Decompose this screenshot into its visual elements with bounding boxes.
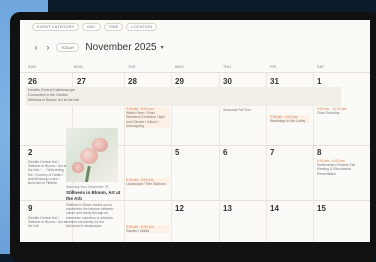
filter-event-category[interactable]: EVENT CATEGORY — [32, 23, 80, 31]
event-item[interactable]: 9:00 am - 4:00 pm Weekdays in the Lobby — [270, 115, 310, 124]
weekday-mon: MON — [74, 65, 83, 69]
event-item[interactable]: 9:00 am - 10:00 am Cider Saturday — [317, 107, 363, 115]
weekday-sun: SUN — [28, 65, 37, 69]
stem-shape — [84, 165, 91, 182]
next-month-icon[interactable]: › — [44, 43, 52, 52]
day-9[interactable]: 9 — [28, 204, 32, 213]
event-title: Garden / Walks — [126, 229, 150, 234]
day-26[interactable]: 26 — [28, 77, 37, 86]
day-8[interactable]: 8 — [317, 148, 321, 157]
event-title: Watch Stem / Rush Weekend Exhibition / l… — [126, 111, 165, 128]
event-card-image[interactable] — [66, 128, 118, 182]
event-card-date: Saturday Nov, November 29 — [66, 185, 109, 189]
day-12[interactable]: 12 — [175, 204, 184, 213]
day-30[interactable]: 30 — [223, 77, 232, 86]
all-day-event[interactable]: Stillness in Bloom: Art at the Arb — [28, 98, 79, 103]
weekday-sat: SAT — [317, 65, 325, 69]
day-5[interactable]: 5 — [175, 148, 179, 157]
flower-shape — [80, 148, 98, 164]
event-item[interactable]: Dewitts Central Kal / Stillness in Bloom… — [28, 216, 68, 229]
event-item[interactable]: Seasonal Fall Tour — [223, 108, 263, 112]
event-item[interactable]: 9:00 am - 4:00 pm Landscape / Tree Stati… — [126, 178, 170, 187]
day-2[interactable]: 2 — [28, 148, 32, 157]
prev-month-icon[interactable]: ‹ — [32, 43, 40, 52]
day-6[interactable]: 6 — [223, 148, 227, 157]
event-title: Seasonal Fall Tour — [223, 108, 252, 112]
day-13[interactable]: 13 — [223, 204, 232, 213]
event-card-title[interactable]: Stillness in Bloom, Art at the Arb — [66, 190, 121, 201]
filter-bar: EVENT CATEGORY DAY TIME LOCATION — [32, 23, 158, 31]
event-card-description: Stillness in Bloom invites you to experi… — [66, 203, 114, 229]
month-title[interactable]: November 2025 — [85, 42, 156, 53]
event-item[interactable]: 9:00 am - 6:00 pm Watch Stem / Rush Week… — [126, 107, 170, 129]
chevron-down-icon[interactable]: ▾ — [161, 44, 164, 51]
day-31[interactable]: 31 — [270, 77, 279, 86]
filter-day[interactable]: DAY — [82, 23, 101, 31]
weekday-wed: WED — [175, 65, 184, 69]
event-item[interactable]: Dewitts Central Kal / Stillness in Bloom… — [28, 160, 68, 185]
day-7[interactable]: 7 — [270, 148, 274, 157]
month-navigation: ‹ › TODAY November 2025 ▾ — [32, 42, 164, 53]
day-28[interactable]: 28 — [128, 77, 137, 86]
calendar-screen: EVENT CATEGORY DAY TIME LOCATION ‹ › TOD… — [20, 20, 370, 242]
today-button[interactable]: TODAY — [56, 43, 80, 52]
filter-time[interactable]: TIME — [103, 23, 124, 31]
weekday-thu: THU — [223, 65, 231, 69]
event-title: Landscape / Tree Stations — [126, 182, 166, 187]
event-item[interactable]: 9:00 am - 6:00 pm Garden / Walks — [126, 225, 170, 234]
event-title: Northeastern Society Fall Meeting & Educ… — [317, 163, 356, 176]
day-29[interactable]: 29 — [175, 77, 184, 86]
event-item[interactable]: 9:00 am - 4:00 pm Northeastern Society F… — [317, 159, 363, 176]
day-27[interactable]: 27 — [77, 77, 86, 86]
filter-location[interactable]: LOCATION — [126, 23, 158, 31]
flower-shape — [72, 162, 84, 173]
event-title: Cider Saturday — [317, 111, 340, 116]
weekday-tue: TUE — [128, 65, 136, 69]
day-14[interactable]: 14 — [270, 204, 279, 213]
event-title: Weekdays in the Lobby — [270, 119, 306, 124]
day-1[interactable]: 1 — [317, 77, 321, 86]
day-15[interactable]: 15 — [317, 204, 326, 213]
weekday-fri: FRI — [270, 65, 277, 69]
